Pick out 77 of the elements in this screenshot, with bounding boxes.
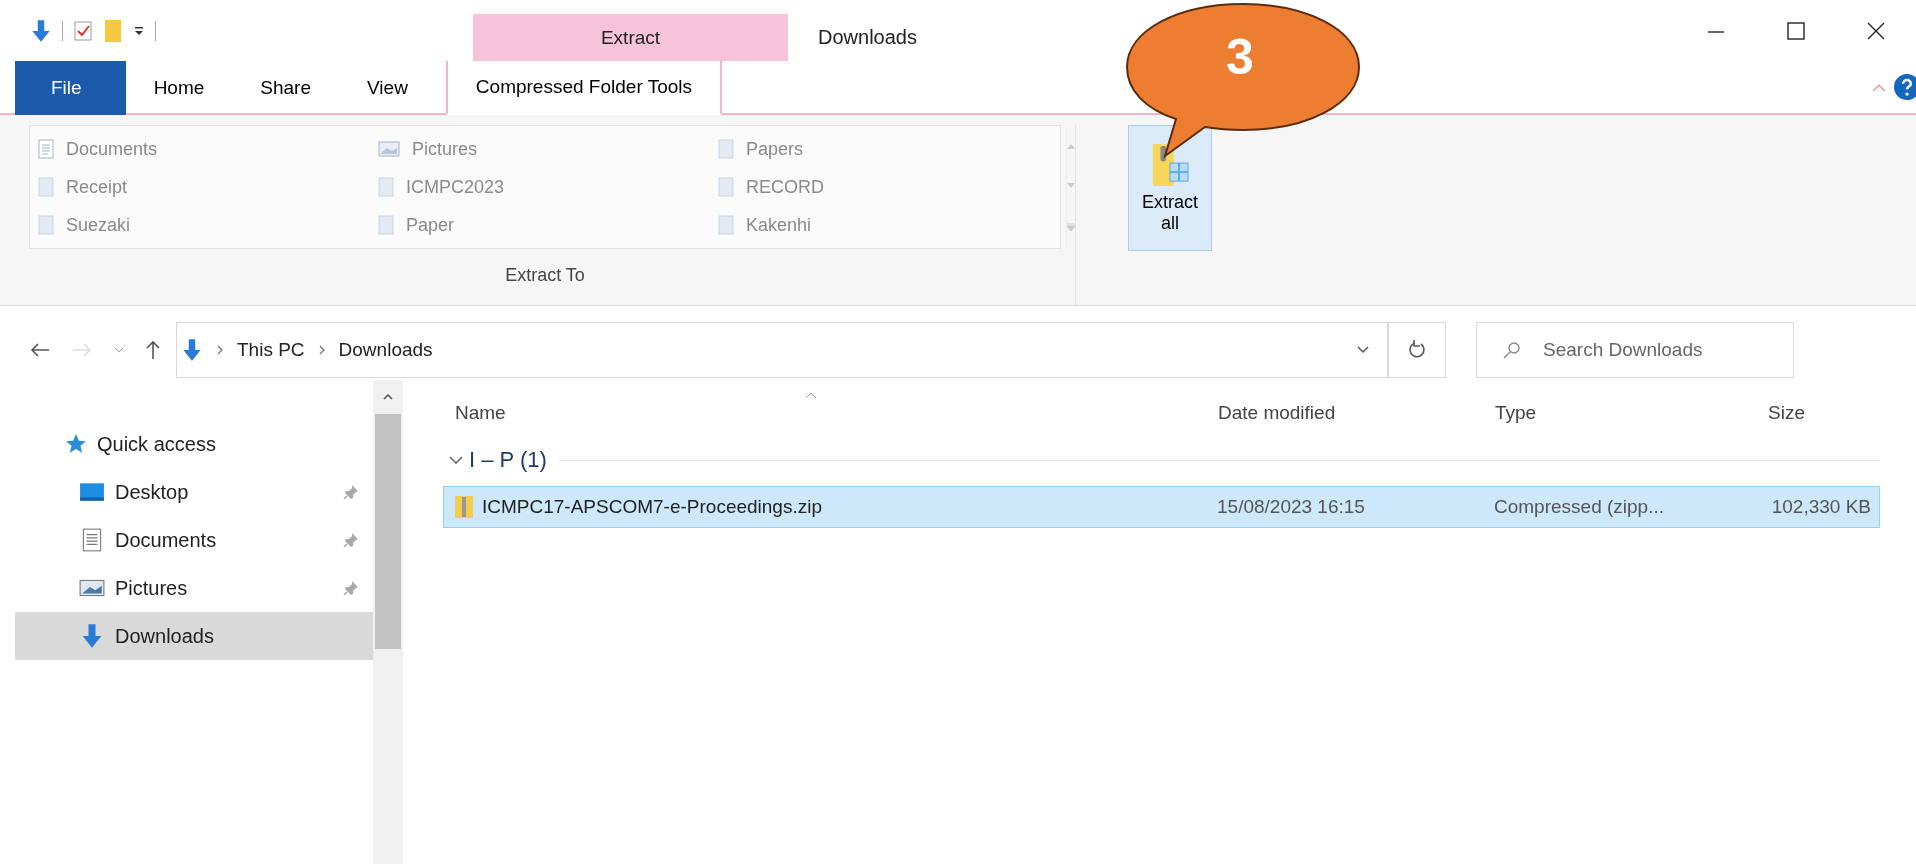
type-cell-text: Compressed (zipp...: [1494, 496, 1665, 518]
zip-extract-icon: [1151, 142, 1189, 189]
scroll-up-icon[interactable]: [383, 394, 393, 400]
ribbon-tab[interactable]: Compressed Folder Tools: [445, 61, 722, 115]
column-header[interactable]: Type: [1495, 402, 1748, 424]
callout-number: 3: [1226, 28, 1254, 86]
expand-chevron-icon[interactable]: [449, 455, 463, 465]
breadcrumb[interactable]: Downloads: [338, 339, 433, 361]
column-header[interactable]: Size: [1748, 402, 1872, 424]
document-icon: [38, 139, 54, 159]
group-header[interactable]: I – P (1): [469, 447, 547, 473]
pin-icon[interactable]: [343, 532, 359, 548]
destination-label: Documents: [66, 138, 158, 160]
folder-icon: [718, 215, 734, 235]
folder-icon: [38, 215, 54, 235]
sort-ascending-icon: [805, 392, 817, 399]
destination-label: Kakenhi: [746, 214, 812, 236]
pin-icon[interactable]: [343, 484, 359, 500]
nav-label: Documents: [115, 528, 217, 552]
refresh-icon: [1407, 338, 1427, 359]
dropdown-icon[interactable]: [133, 24, 145, 37]
ribbon-tab[interactable]: View: [339, 61, 436, 115]
download-arrow-icon: [181, 337, 203, 363]
breadcrumb[interactable]: This PC: [237, 339, 305, 361]
file-tab[interactable]: File: [15, 61, 126, 115]
recent-locations-icon[interactable]: [114, 347, 124, 353]
picture-icon: [79, 577, 105, 599]
destination-label: Receipt: [66, 176, 128, 198]
picture-icon: [378, 141, 400, 157]
nav-label: Downloads: [115, 624, 214, 648]
ribbon-tab[interactable]: Home: [125, 61, 233, 115]
folder-icon: [718, 139, 734, 159]
dropdown-icon[interactable]: [1357, 346, 1369, 354]
group-label: Extract To: [505, 265, 585, 286]
folder-icon: [718, 177, 734, 197]
chevron-icon[interactable]: [318, 345, 325, 355]
folder-icon: [38, 177, 54, 197]
nav-label: Desktop: [115, 480, 189, 504]
pin-icon[interactable]: [343, 580, 359, 596]
scrollbar-thumb[interactable]: [375, 414, 401, 649]
file-name: ICMPC17-APSCOM7-e-Proceedings.zip: [482, 496, 822, 518]
nav-item-row[interactable]: Downloads: [15, 612, 373, 660]
destination-label: RECORD: [746, 176, 824, 198]
refresh-button[interactable]: [1388, 322, 1446, 378]
folder-icon: [378, 215, 394, 235]
column-header[interactable]: Name: [443, 402, 1218, 424]
nav-item-row[interactable]: Documents: [15, 516, 373, 564]
nav-item-row[interactable]: Pictures: [15, 564, 373, 612]
desktop-icon: [79, 481, 105, 503]
close-icon[interactable]: [1866, 20, 1886, 41]
size-cell-text: 102,330 KB: [1770, 496, 1871, 518]
date-modified-cell-text: 15/08/2023 16:15: [1217, 496, 1366, 518]
nav-label: Quick access: [97, 432, 216, 456]
nav-label: Pictures: [115, 576, 188, 600]
zip-folder-icon: [454, 495, 474, 519]
up-icon[interactable]: [146, 340, 160, 360]
destination-label: Papers: [746, 138, 804, 160]
file-row[interactable]: ICMPC17-APSCOM7-e-Proceedings.zip 15/08/2023 16:15 Compressed (zipp... 102,330 KB: [443, 486, 1880, 528]
destination-label: Pictures: [412, 138, 478, 160]
destination-label: Paper: [406, 214, 455, 236]
destination-label: Suezaki: [66, 214, 131, 236]
folder-icon: [378, 177, 394, 197]
star-icon: [65, 433, 87, 455]
download-arrow-icon[interactable]: [30, 17, 52, 44]
help-icon[interactable]: [1894, 74, 1916, 100]
chevron-icon[interactable]: [217, 345, 223, 355]
maximize-icon[interactable]: [1786, 20, 1806, 41]
ribbon-tab[interactable]: Share: [232, 61, 339, 115]
nav-item-row[interactable]: Desktop: [15, 468, 373, 516]
window-title: Downloads: [818, 26, 917, 49]
back-icon[interactable]: [30, 343, 50, 357]
properties-icon[interactable]: [73, 19, 93, 42]
destination-label: ICMPC2023: [406, 176, 505, 198]
search-field[interactable]: Search Downloads: [1476, 322, 1794, 378]
extract-all-button[interactable]: Extract all: [1128, 125, 1212, 251]
contextual-tab-header: Extract: [473, 14, 788, 61]
column-header[interactable]: Date modified: [1218, 402, 1495, 424]
